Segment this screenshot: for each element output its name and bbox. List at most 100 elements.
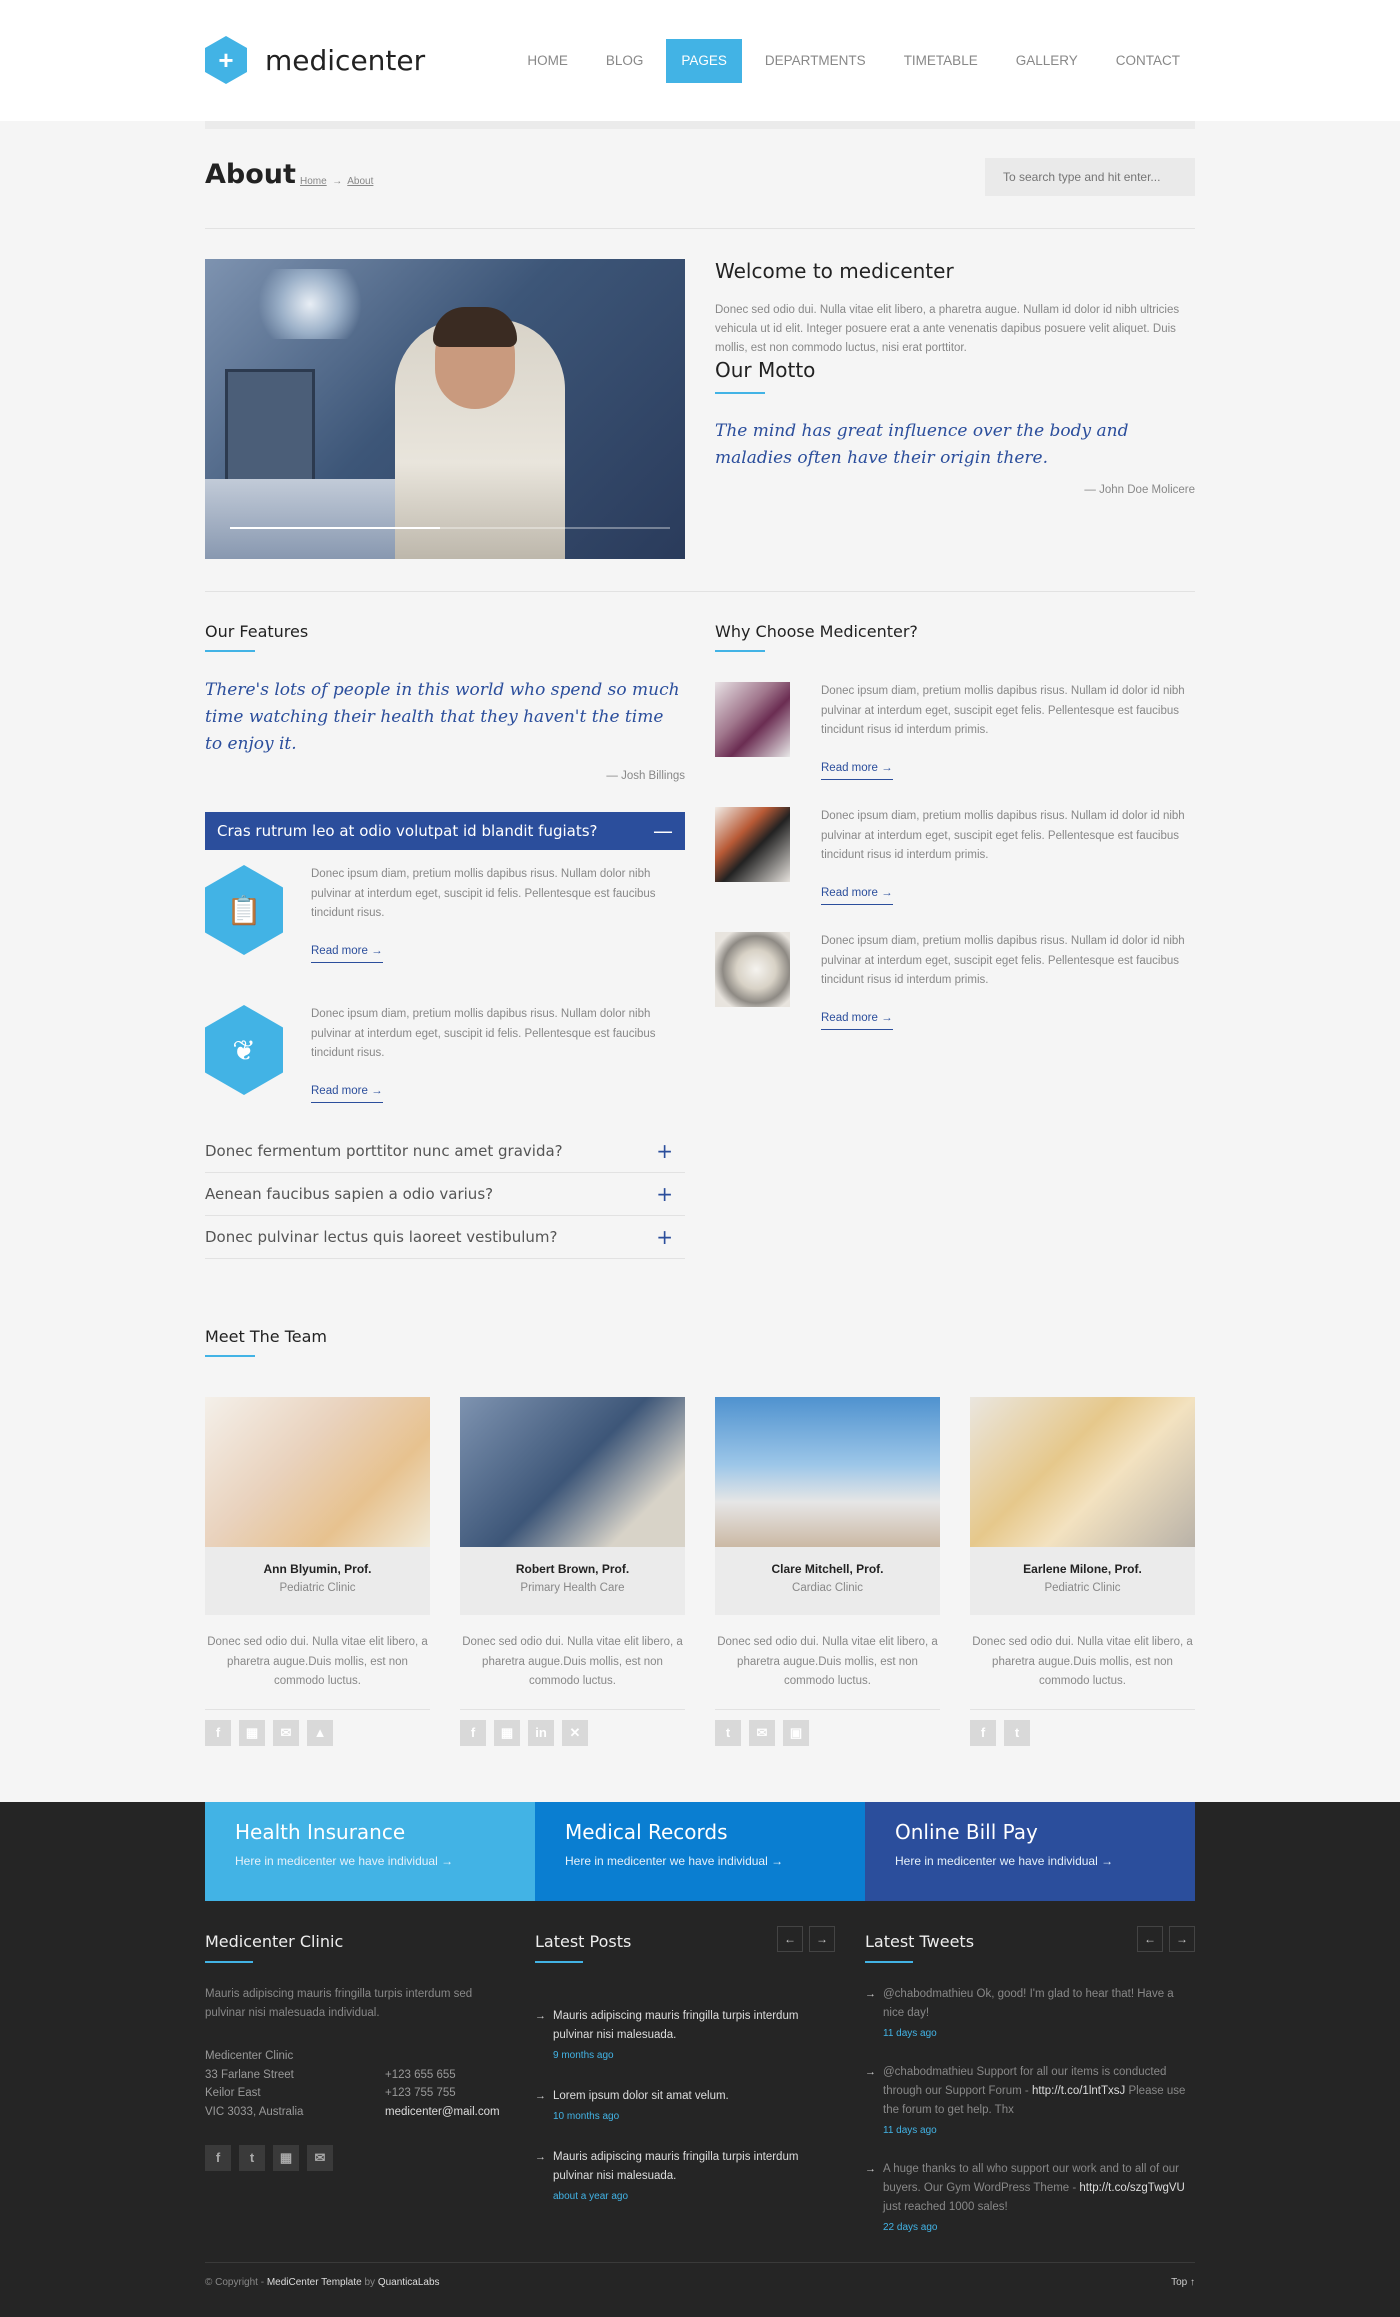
menu-pages[interactable]: PAGES	[666, 39, 742, 83]
accordion-item[interactable]: Donec fermentum porttitor nunc amet grav…	[205, 1130, 685, 1173]
member-photo[interactable]	[460, 1397, 685, 1547]
linkedin-icon[interactable]: in	[528, 1720, 554, 1746]
expand-icon[interactable]: +	[656, 1173, 673, 1216]
member-photo[interactable]	[970, 1397, 1195, 1547]
collapse-icon[interactable]: —	[653, 812, 673, 850]
post-item[interactable]: Lorem ipsum dolor sit amat velum. 10 mont…	[535, 2087, 840, 2126]
health-insurance-box[interactable]: Health Insurance Here in medicenter we h…	[205, 1802, 535, 1901]
facebook-icon[interactable]: f	[970, 1720, 996, 1746]
calendar-icon[interactable]: ▦	[494, 1720, 520, 1746]
back-to-top-link[interactable]: Top ↑	[1171, 2277, 1195, 2288]
medical-records-box[interactable]: Medical Records Here in medicenter we ha…	[535, 1802, 865, 1901]
mail-icon[interactable]: ✉	[307, 2145, 333, 2171]
read-more-link[interactable]: Read more →	[311, 942, 383, 963]
breadcrumb-current[interactable]: About	[347, 176, 373, 187]
copyright-text: © Copyright -	[205, 2277, 267, 2288]
post-title[interactable]: Mauris adipiscing mauris fringilla turpi…	[553, 2151, 798, 2182]
tweet-date[interactable]: 11 days ago	[883, 2121, 1190, 2140]
mail-icon[interactable]: ✉	[273, 1720, 299, 1746]
tweet-text: just reached 1000 sales!	[883, 2201, 1008, 2213]
facebook-icon[interactable]: f	[205, 2145, 231, 2171]
email-link[interactable]: medicenter@mail.com	[385, 2106, 500, 2118]
member-bio: Donec sed odio dui. Nulla vitae elit lib…	[717, 1636, 938, 1687]
group-icon[interactable]: ▣	[783, 1720, 809, 1746]
prev-arrow-icon[interactable]: ←	[777, 1926, 803, 1952]
member-photo[interactable]	[715, 1397, 940, 1547]
blood-pressure-thumbnail[interactable]	[715, 807, 790, 882]
template-link[interactable]: MediCenter Template	[267, 2277, 362, 2288]
why-item: Donec ipsum diam, pretium mollis dapibus…	[715, 682, 1195, 807]
next-arrow-icon[interactable]: →	[1169, 1926, 1195, 1952]
post-title[interactable]: Lorem ipsum dolor sit amat velum.	[553, 2090, 729, 2102]
breadcrumb-home[interactable]: Home	[300, 176, 327, 187]
menu-timetable[interactable]: TIMETABLE	[889, 39, 993, 83]
breadcrumb-separator: →	[332, 176, 343, 187]
box-title: Online Bill Pay	[895, 1820, 1038, 1844]
twitter-icon[interactable]: t	[1004, 1720, 1030, 1746]
expand-icon[interactable]: +	[656, 1216, 673, 1259]
accordion-item[interactable]: Aenean faucibus sapien a odio varius? +	[205, 1173, 685, 1216]
features-quote: There's lots of people in this world who…	[205, 680, 680, 754]
search-input[interactable]	[985, 158, 1195, 196]
menu-departments[interactable]: DEPARTMENTS	[750, 39, 881, 83]
logo[interactable]: + medicenter	[205, 36, 425, 84]
box-link[interactable]: Here in medicenter we have individual →	[565, 1854, 835, 1868]
welcome-text: Donec sed odio dui. Nulla vitae elit lib…	[715, 304, 1180, 354]
features-title: Our Features	[205, 622, 309, 641]
box-link[interactable]: Here in medicenter we have individual →	[235, 1854, 505, 1868]
menu-home[interactable]: HOME	[512, 39, 583, 83]
tweet-date[interactable]: 11 days ago	[883, 2024, 1190, 2043]
gauge-thumbnail[interactable]	[715, 932, 790, 1007]
read-more-link[interactable]: Read more →	[821, 1009, 893, 1030]
feature-item: 📋 Donec ipsum diam, pretium mollis dapib…	[205, 865, 685, 990]
facebook-icon[interactable]: f	[205, 1720, 231, 1746]
post-item[interactable]: Mauris adipiscing mauris fringilla turpi…	[535, 2148, 840, 2206]
expand-icon[interactable]: +	[656, 1130, 673, 1173]
tweet-link[interactable]: http://t.co/szgTwgVU	[1079, 2182, 1184, 2194]
accordion-open-header[interactable]: Cras rutrum leo at odio volutpat id blan…	[205, 812, 685, 850]
site-header: + medicenter HOME BLOG PAGES DEPARTMENTS…	[0, 0, 1400, 121]
menu-blog[interactable]: BLOG	[591, 39, 659, 83]
post-date: about a year ago	[553, 2191, 629, 2202]
member-name: Ann Blyumin, Prof.	[263, 1562, 372, 1576]
why-text: Donec ipsum diam, pretium mollis dapibus…	[821, 810, 1185, 861]
tweet-text: @chabodmathieu Ok, good! I'm glad to hea…	[883, 1988, 1174, 2019]
next-arrow-icon[interactable]: →	[809, 1926, 835, 1952]
post-title[interactable]: Mauris adipiscing mauris fringilla turpi…	[553, 2010, 798, 2041]
address-line: VIC 3033, Australia	[205, 2105, 304, 2118]
read-more-link[interactable]: Read more →	[821, 884, 893, 905]
tweet-date[interactable]: 22 days ago	[883, 2218, 1190, 2237]
member-bio: Donec sed odio dui. Nulla vitae elit lib…	[972, 1636, 1193, 1687]
online-bill-pay-box[interactable]: Online Bill Pay Here in medicenter we ha…	[865, 1802, 1195, 1901]
twitter-icon[interactable]: t	[715, 1720, 741, 1746]
tweet-item: @chabodmathieu Support for all our items…	[865, 2063, 1190, 2140]
menu-contact[interactable]: CONTACT	[1101, 39, 1195, 83]
clinic-title: Medicenter Clinic	[205, 1932, 344, 1951]
read-more-link[interactable]: Read more →	[821, 759, 893, 780]
member-role: Pediatric Clinic	[279, 1582, 356, 1594]
twitter-icon[interactable]: t	[239, 2145, 265, 2171]
post-date: 9 months ago	[553, 2050, 614, 2061]
mail-icon[interactable]: ✉	[749, 1720, 775, 1746]
accordion-item[interactable]: Donec pulvinar lectus quis laoreet vesti…	[205, 1216, 685, 1259]
motto-underline	[715, 392, 765, 394]
clinic-column: Medicenter Clinic Mauris adipiscing maur…	[205, 1932, 535, 2237]
prev-arrow-icon[interactable]: ←	[1137, 1926, 1163, 1952]
tweet-link[interactable]: http://t.co/1lntTxsJ	[1032, 2085, 1125, 2097]
xing-icon[interactable]: ✕	[562, 1720, 588, 1746]
company-link[interactable]: QuanticaLabs	[378, 2277, 440, 2288]
triangle-icon[interactable]: ▲	[307, 1720, 333, 1746]
calendar-icon[interactable]: ▦	[239, 1720, 265, 1746]
box-link[interactable]: Here in medicenter we have individual →	[895, 1854, 1165, 1868]
address-line: Keilor East	[205, 2087, 261, 2099]
member-photo[interactable]	[205, 1397, 430, 1547]
facebook-icon[interactable]: f	[460, 1720, 486, 1746]
breadcrumb: Home → About	[300, 176, 373, 187]
slider-progress[interactable]	[230, 527, 670, 529]
calendar-icon[interactable]: ▦	[273, 2145, 299, 2171]
member-name: Robert Brown, Prof.	[515, 1562, 630, 1576]
stethoscope-thumbnail[interactable]	[715, 682, 790, 757]
post-item[interactable]: Mauris adipiscing mauris fringilla turpi…	[535, 2007, 840, 2065]
menu-gallery[interactable]: GALLERY	[1001, 39, 1093, 83]
read-more-link[interactable]: Read more →	[311, 1082, 383, 1103]
